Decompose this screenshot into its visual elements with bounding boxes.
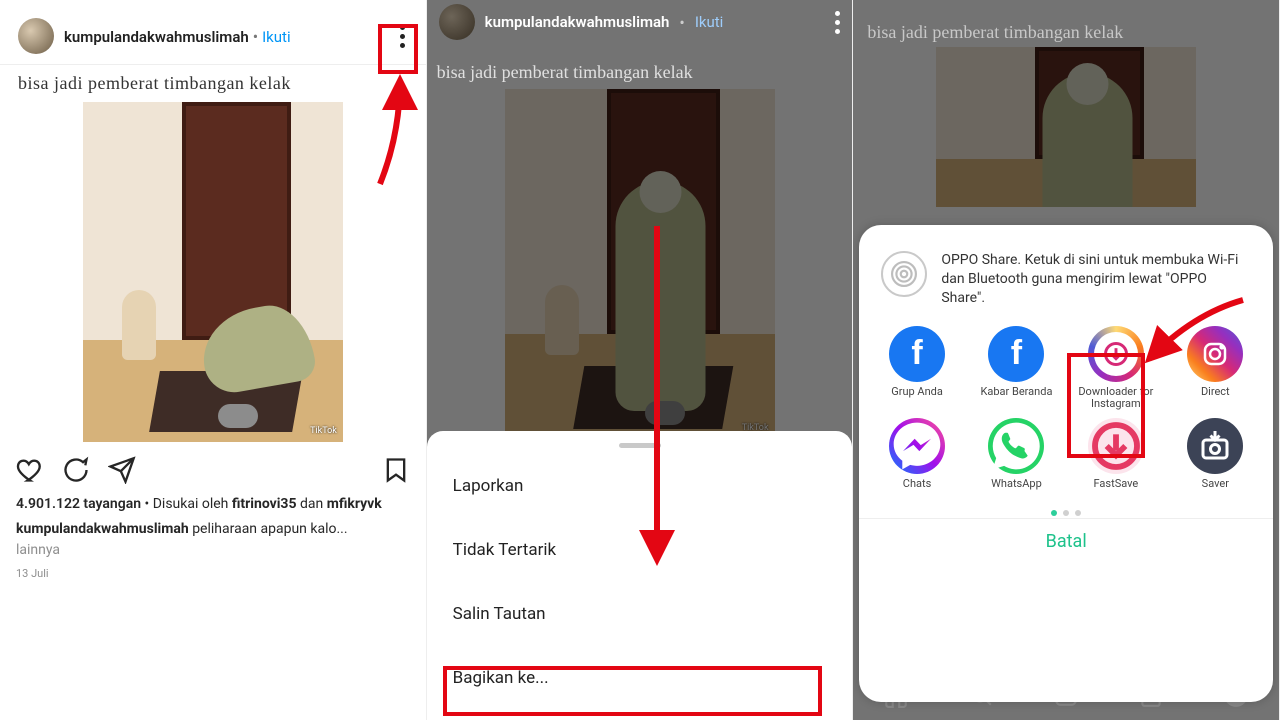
cancel-button[interactable]: Batal xyxy=(859,518,1273,556)
action-bar xyxy=(0,442,426,492)
share-app-saver[interactable]: Saver xyxy=(1168,418,1263,504)
post-caption[interactable]: kumpulandakwahmuslimah peliharaan apapun… xyxy=(0,517,426,563)
oppo-share-text: OPPO Share. Ketuk di sini untuk membuka … xyxy=(941,251,1251,308)
share-app-label: Kabar Beranda xyxy=(980,386,1052,412)
page-indicator xyxy=(859,504,1273,518)
options-bottom-sheet: Laporkan Tidak Tertarik Salin Tautan Bag… xyxy=(427,431,853,720)
share-app-label: Chats xyxy=(903,478,931,504)
save-icon[interactable] xyxy=(382,456,410,488)
post-header-dimmed: kumpulandakwahmuslimah • Ikuti xyxy=(427,0,853,44)
share-app-label: Grup Anda xyxy=(891,386,943,412)
profile-avatar[interactable] xyxy=(18,18,54,54)
share-app-label: WhatsApp xyxy=(991,478,1042,504)
post-caption-overlay: bisa jadi pemberat timbangan kelak xyxy=(0,65,426,98)
post-meta: 4.901.122 tayangan • Disukai oleh fitrin… xyxy=(0,492,426,517)
share-app-label: FastSave xyxy=(1094,478,1139,504)
video-thumbnail[interactable]: TikTok xyxy=(83,102,343,442)
oppo-share-row[interactable]: OPPO Share. Ketuk di sini untuk membuka … xyxy=(859,237,1273,318)
share-app-fb-news[interactable]: f Kabar Beranda xyxy=(969,326,1064,412)
liked-by-text[interactable]: • Disukai oleh fitrinovi35 dan mfikryvk xyxy=(145,496,382,512)
share-app-label: Saver xyxy=(1202,478,1229,504)
follow-link-dimmed: Ikuti xyxy=(695,13,724,31)
share-app-ig-downloader[interactable]: Downloader for Instagram xyxy=(1068,326,1163,412)
share-icon[interactable] xyxy=(108,456,136,488)
share-app-fastsave[interactable]: FastSave xyxy=(1068,418,1163,504)
video-thumbnail-dimmed: TikTok xyxy=(505,89,775,439)
profile-avatar-dimmed xyxy=(439,4,475,40)
saver-icon xyxy=(1187,418,1243,474)
share-app-whatsapp[interactable]: WhatsApp xyxy=(969,418,1064,504)
panel-step-3: bisa jadi pemberat timbangan kelak OPPO … xyxy=(853,0,1280,720)
separator-dot-dimmed: • xyxy=(679,13,684,32)
views-count[interactable]: 4.901.122 tayangan xyxy=(16,496,141,512)
tiktok-watermark: TikTok xyxy=(310,426,337,436)
panel-step-2: kumpulandakwahmuslimah • Ikuti bisa jadi… xyxy=(427,0,854,720)
post-header: kumpulandakwahmuslimah • Ikuti xyxy=(0,0,426,65)
menu-item-share-to[interactable]: Bagikan ke... xyxy=(427,646,853,710)
instagram-icon xyxy=(1187,326,1243,382)
menu-item-not-interested[interactable]: Tidak Tertarik xyxy=(427,518,853,582)
menu-item-report[interactable]: Laporkan xyxy=(427,454,853,518)
facebook-icon: f xyxy=(889,326,945,382)
downloader-icon xyxy=(1088,326,1144,382)
follow-link[interactable]: Ikuti xyxy=(262,28,291,46)
like-icon[interactable] xyxy=(16,456,44,488)
username-label-dimmed: kumpulandakwahmuslimah xyxy=(485,13,670,31)
panel-step-1: kumpulandakwahmuslimah • Ikuti bisa jadi… xyxy=(0,0,427,720)
post-caption-overlay-dimmed: bisa jadi pemberat timbangan kelak xyxy=(427,44,853,87)
header-text: kumpulandakwahmuslimah • Ikuti xyxy=(64,27,291,46)
video-thumbnail-dimmed-3 xyxy=(936,47,1196,207)
share-app-fb-group[interactable]: f Grup Anda xyxy=(869,326,964,412)
share-app-chats[interactable]: Chats xyxy=(869,418,964,504)
whatsapp-icon xyxy=(988,418,1044,474)
post-caption-overlay-dimmed-3: bisa jadi pemberat timbangan kelak xyxy=(853,0,1279,47)
facebook-icon: f xyxy=(988,326,1044,382)
oppo-share-icon xyxy=(881,251,927,297)
more-options-dimmed xyxy=(835,11,840,34)
share-app-label: Downloader for Instagram xyxy=(1068,386,1163,412)
more-options-button[interactable] xyxy=(392,25,414,48)
share-app-direct[interactable]: Direct xyxy=(1168,326,1263,412)
post-date: 13 Juli xyxy=(0,563,426,584)
share-app-label: Direct xyxy=(1201,386,1230,412)
messenger-icon xyxy=(889,418,945,474)
username-label[interactable]: kumpulandakwahmuslimah xyxy=(64,28,249,46)
caption-more-link[interactable]: lainnya xyxy=(16,542,60,558)
share-app-grid: f Grup Anda f Kabar Beranda Downloader f… xyxy=(859,318,1273,504)
fastsave-icon xyxy=(1088,418,1144,474)
menu-item-copy-link[interactable]: Salin Tautan xyxy=(427,582,853,646)
sheet-drag-handle[interactable] xyxy=(619,443,661,448)
comment-icon[interactable] xyxy=(62,456,90,488)
android-share-sheet: OPPO Share. Ketuk di sini untuk membuka … xyxy=(859,225,1273,702)
separator-dot: • xyxy=(253,27,258,46)
